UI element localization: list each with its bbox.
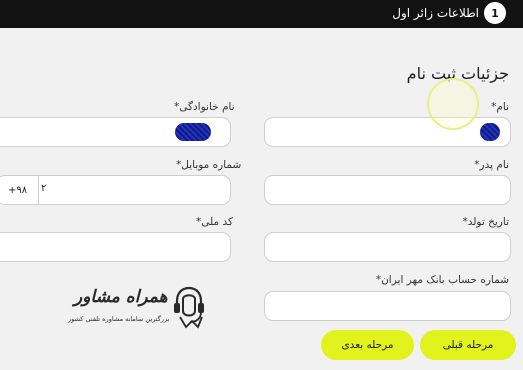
father-name-input[interactable] — [265, 176, 510, 204]
national-code-label: کد ملی* — [196, 216, 233, 228]
mobile-value: ۲ — [41, 183, 47, 194]
redacted-value — [175, 123, 211, 141]
national-code-field[interactable] — [0, 232, 231, 262]
last-name-label: نام خانوادگی* — [174, 101, 235, 113]
mobile-field[interactable]: +۹۸ ۲ — [0, 175, 231, 205]
first-name-field[interactable] — [264, 117, 511, 147]
next-step-button[interactable]: مرحله بعدی — [321, 330, 414, 360]
previous-step-button[interactable]: مرحله قبلی — [420, 330, 516, 360]
bank-account-input[interactable] — [265, 292, 510, 320]
first-name-input[interactable] — [265, 118, 510, 146]
watermark-subtitle: بزرگترین سامانه مشاوره تلفنی کشور — [68, 315, 170, 323]
watermark-title: همراه مشاور — [74, 287, 168, 307]
step-header-bar: 1 اطلاعات زائر اول — [0, 0, 523, 28]
bank-account-label: شماره حساب بانک مهر ایران* — [375, 274, 509, 286]
birth-date-input[interactable] — [265, 233, 510, 261]
step-title: اطلاعات زائر اول — [392, 6, 479, 20]
redacted-value — [480, 123, 500, 141]
birth-date-field[interactable] — [264, 232, 511, 262]
step-number-badge: 1 — [484, 2, 506, 24]
headset-logo-icon — [174, 286, 204, 329]
last-name-field[interactable] — [0, 117, 231, 147]
birth-date-label: تاریخ تولد* — [462, 216, 509, 228]
father-name-field[interactable] — [264, 175, 511, 205]
mobile-label: شماره موبایل* — [176, 159, 242, 171]
first-name-label: نام* — [491, 101, 509, 113]
cursor-highlight — [427, 78, 479, 130]
country-code-prefix[interactable]: +۹۸ — [0, 176, 39, 204]
bank-account-field[interactable] — [264, 291, 511, 321]
national-code-input[interactable] — [0, 233, 230, 261]
watermark: همراه مشاور بزرگترین سامانه مشاوره تلفنی… — [68, 285, 218, 335]
father-name-label: نام پدر* — [474, 159, 509, 171]
